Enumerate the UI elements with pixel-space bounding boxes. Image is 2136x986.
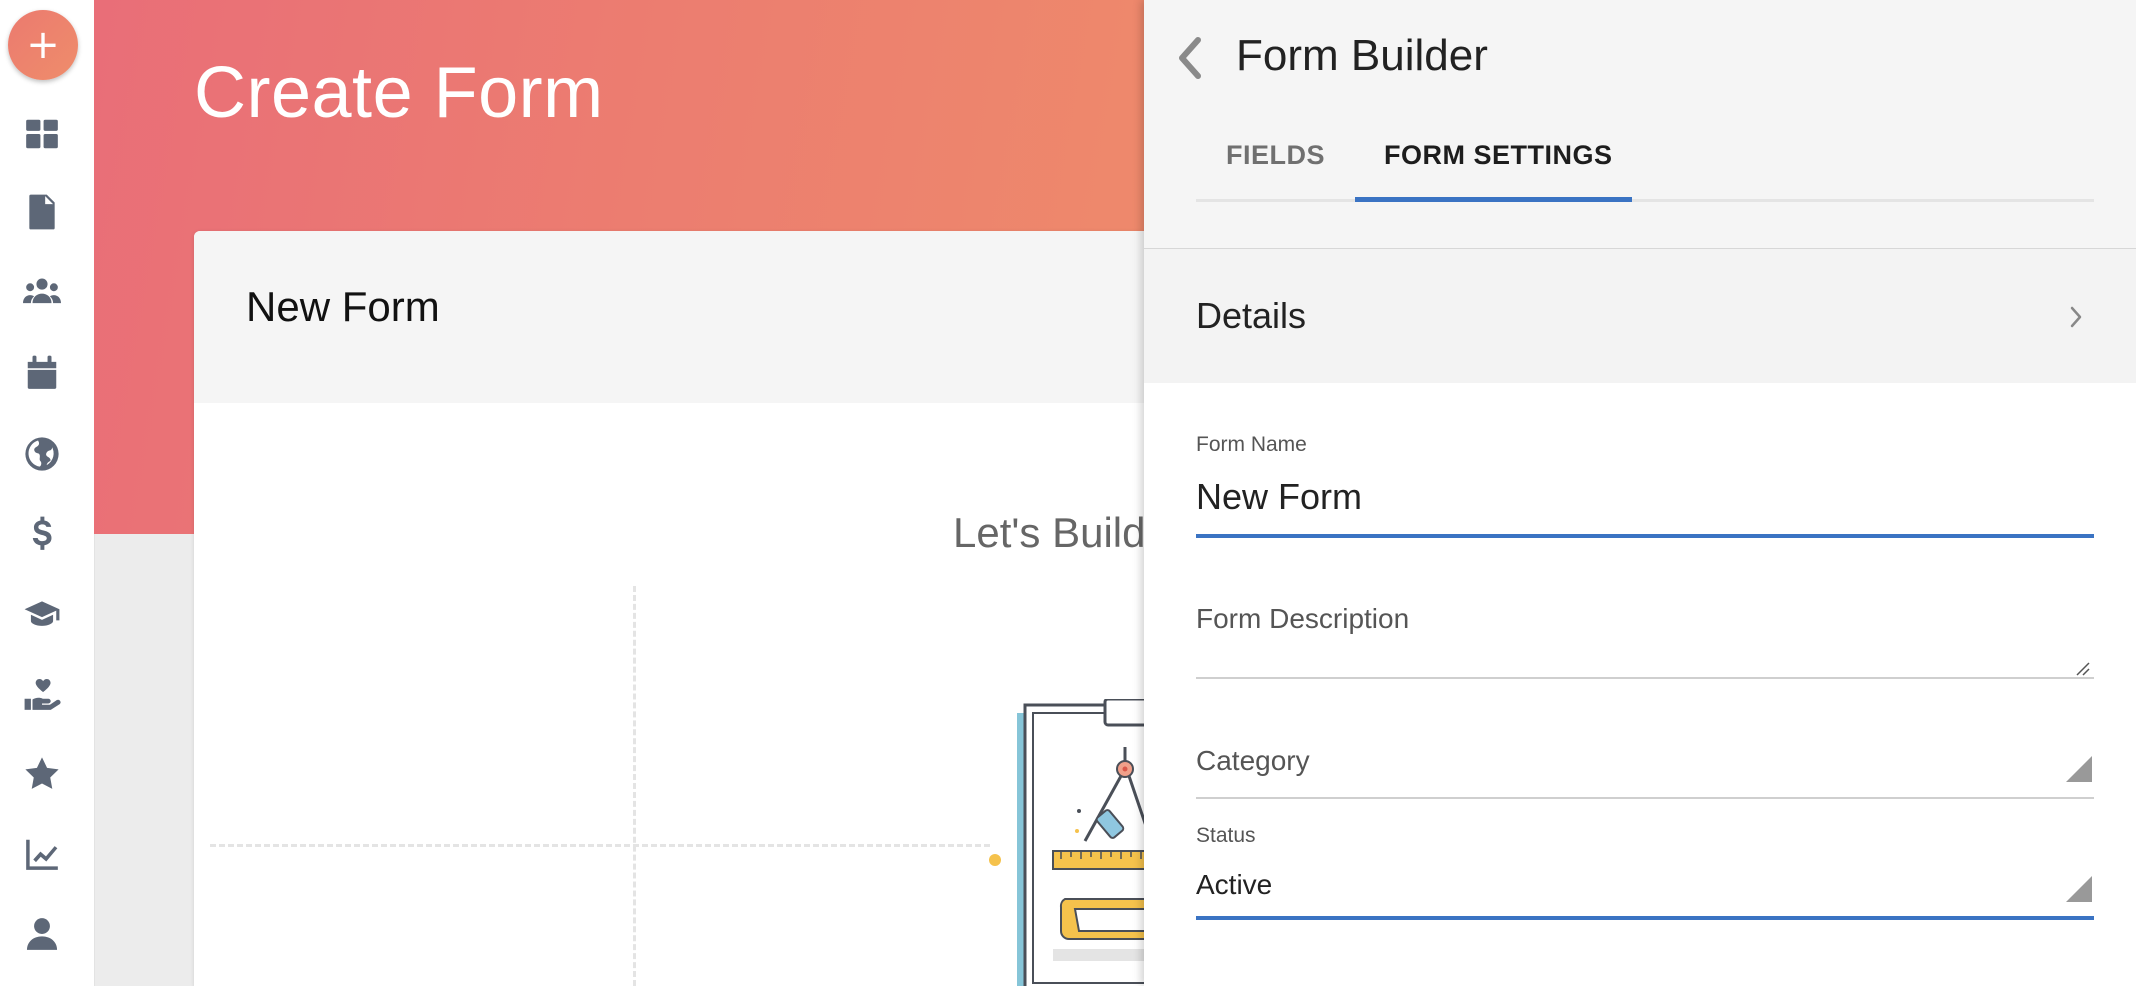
form-name-label: Form Name [1196, 433, 1307, 456]
resize-handle-icon[interactable] [2074, 660, 2090, 676]
details-label: Details [1196, 295, 1307, 336]
status-underline [1196, 916, 2094, 920]
panel-header: Form Builder FIELDS FORM SETTINGS [1144, 0, 2136, 249]
add-fab-button[interactable]: + [8, 10, 78, 80]
status-select[interactable]: Active [1196, 869, 1272, 901]
panel-title: Form Builder [1236, 31, 1488, 80]
active-tab-indicator [1355, 197, 1632, 202]
hand-heart-icon[interactable] [17, 672, 67, 716]
dropdown-triangle-icon [2066, 876, 2092, 902]
dashboard-icon[interactable] [17, 112, 67, 156]
tab-bar-divider [1196, 199, 2094, 202]
back-chevron-icon[interactable] [1174, 36, 1206, 80]
dashed-guide-horizontal [210, 844, 990, 847]
chart-line-icon[interactable] [17, 832, 67, 876]
form-name-field[interactable]: New Form [1196, 476, 1362, 518]
form-card-header: New Form [194, 231, 1144, 403]
calendar-icon[interactable] [17, 351, 67, 395]
form-description-field[interactable]: Form Description [1196, 603, 1409, 635]
form-name-underline [1196, 534, 2094, 538]
category-select[interactable]: Category [1196, 745, 1310, 777]
status-label: Status [1196, 824, 1256, 847]
star-icon[interactable] [17, 752, 67, 796]
form-builder-panel: Form Builder FIELDS FORM SETTINGS Detail… [1144, 0, 2136, 986]
users-icon[interactable] [17, 270, 67, 314]
dropdown-triangle-icon [2066, 756, 2092, 782]
category-underline [1196, 797, 2094, 799]
decorative-dot [989, 854, 1001, 866]
empty-state-message: Let's Build [953, 509, 1144, 556]
globe-icon[interactable] [17, 432, 67, 476]
tab-fields[interactable]: FIELDS [1226, 140, 1325, 171]
user-icon[interactable] [17, 912, 67, 956]
left-nav-rail: + [0, 0, 95, 986]
form-card-title: New Form [246, 283, 440, 330]
tab-form-settings[interactable]: FORM SETTINGS [1384, 140, 1613, 171]
chevron-right-icon [2070, 306, 2082, 328]
details-section-toggle[interactable]: Details [1144, 249, 2136, 383]
dashed-guide-vertical [633, 586, 636, 986]
form-description-underline [1196, 677, 2094, 679]
page-title: Create Form [194, 53, 604, 133]
clipboard-illustration [1017, 699, 1144, 986]
plus-icon: + [26, 22, 60, 68]
dollar-icon[interactable] [17, 512, 67, 556]
graduation-cap-icon[interactable] [17, 592, 67, 636]
form-card: New Form Let's Build [194, 231, 1144, 986]
document-icon[interactable] [17, 190, 67, 234]
